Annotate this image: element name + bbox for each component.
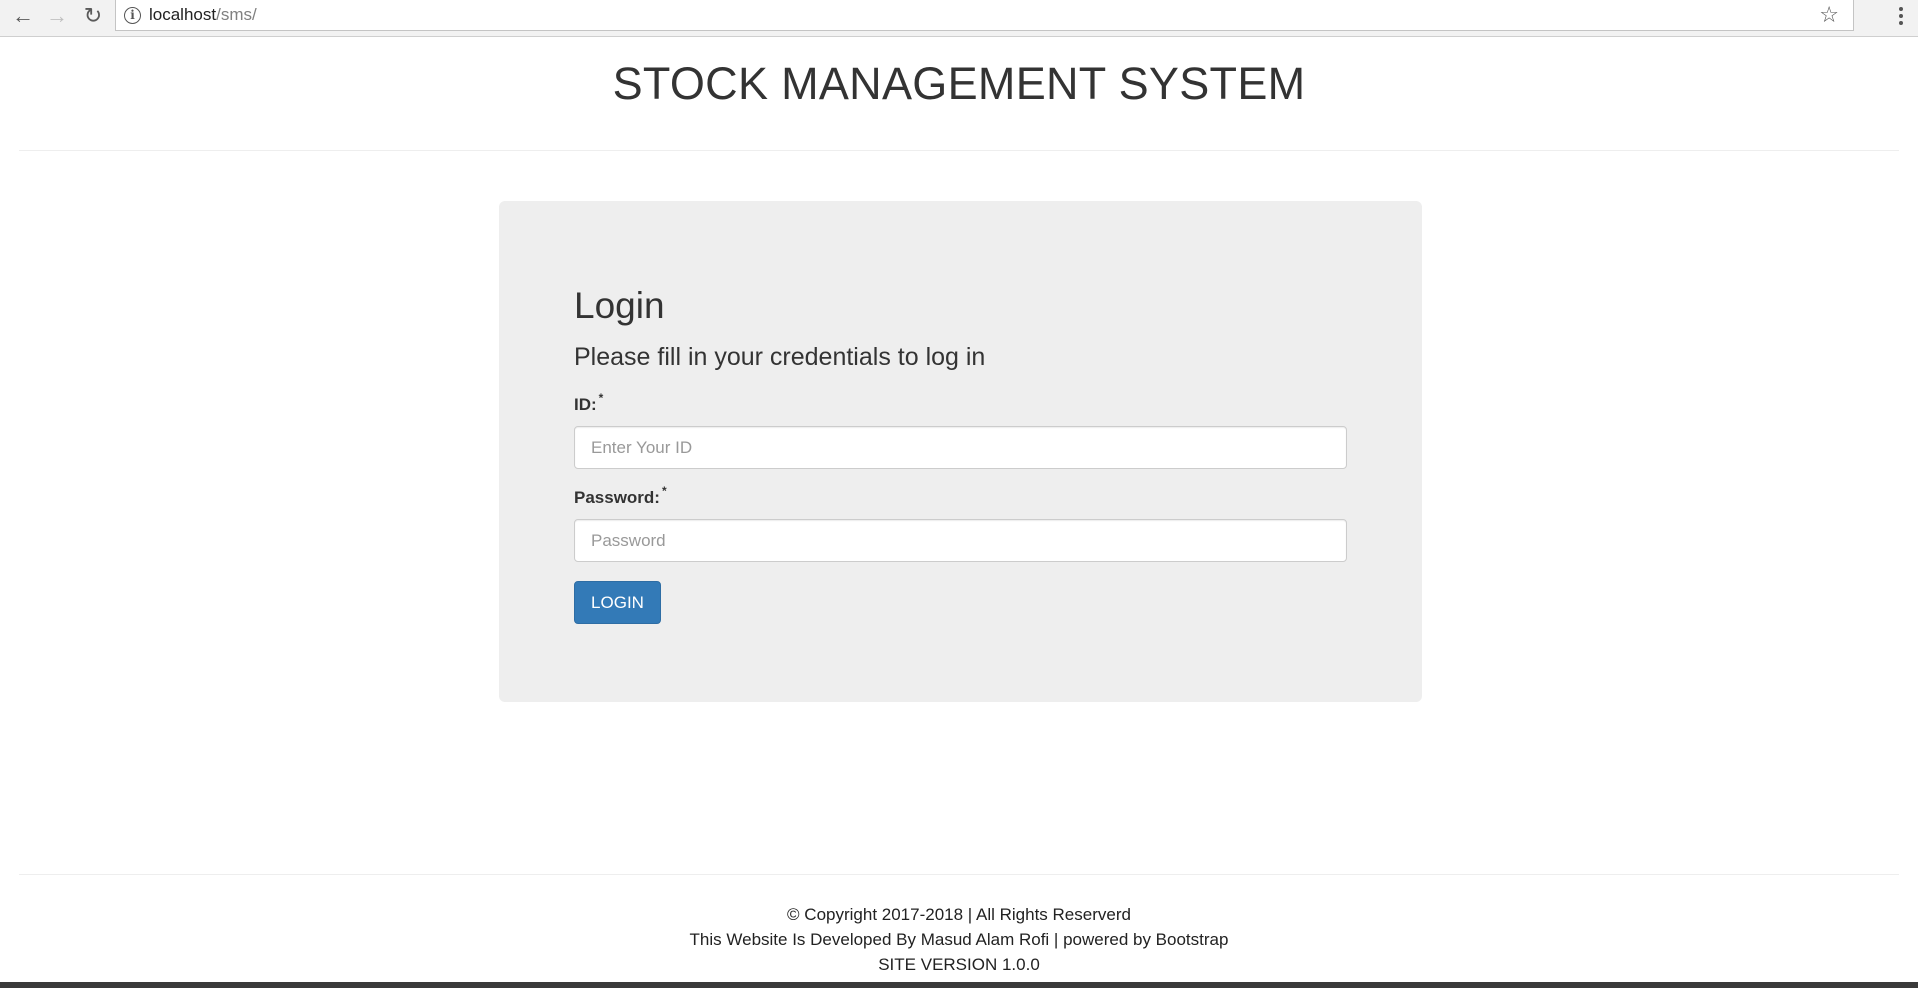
url-host: localhost (149, 5, 217, 24)
login-panel: Login Please fill in your credentials to… (499, 201, 1422, 702)
taskbar-edge (0, 982, 1918, 988)
password-input[interactable] (574, 519, 1347, 562)
password-label-text: Password: (574, 488, 660, 507)
forward-arrow-icon[interactable]: → (40, 0, 74, 31)
bookmark-star-icon[interactable]: ☆ (1819, 2, 1839, 28)
address-bar[interactable]: i localhost/sms/ ☆ (115, 0, 1854, 31)
id-label-text: ID: (574, 395, 597, 414)
page-header: STOCK MANAGEMENT SYSTEM (19, 38, 1899, 151)
id-label: ID: * (574, 391, 603, 415)
id-input[interactable] (574, 426, 1347, 469)
login-heading: Login (574, 285, 665, 326)
url-path: /sms/ (216, 5, 257, 24)
login-subheading: Please fill in your credentials to log i… (574, 343, 986, 371)
password-required-marker: * (661, 484, 667, 498)
password-label: Password: * (574, 484, 667, 508)
reload-icon[interactable]: ↻ (76, 0, 110, 31)
info-icon[interactable]: i (124, 6, 141, 24)
footer-copyright: © Copyright 2017-2018 | All Rights Reser… (787, 905, 1131, 924)
back-arrow-icon[interactable]: ← (6, 0, 40, 31)
login-button[interactable]: LOGIN (574, 581, 661, 624)
browser-menu-icon[interactable] (1889, 3, 1913, 29)
url-text[interactable]: localhost/sms/ (149, 5, 257, 25)
page-footer: © Copyright 2017-2018 | All Rights Reser… (19, 874, 1899, 988)
site-title: STOCK MANAGEMENT SYSTEM (612, 58, 1306, 109)
footer-version: SITE VERSION 1.0.0 (878, 955, 1040, 974)
browser-toolbar: ← → ↻ i localhost/sms/ ☆ (0, 0, 1918, 37)
id-required-marker: * (598, 391, 604, 405)
footer-developer: This Website Is Developed By Masud Alam … (689, 930, 1229, 949)
